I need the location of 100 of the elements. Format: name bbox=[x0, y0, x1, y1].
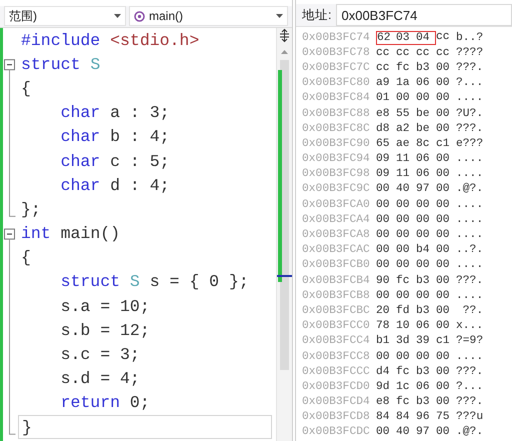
memory-byte: 00 bbox=[416, 259, 431, 272]
memory-byte: cc bbox=[396, 46, 411, 59]
memory-byte: 90 bbox=[376, 274, 391, 287]
memory-byte: 00 bbox=[416, 92, 431, 104]
memory-address: 0x00B3FCC4 bbox=[302, 335, 371, 348]
memory-text: .@?. bbox=[456, 183, 484, 196]
memory-byte: 00 bbox=[396, 259, 411, 272]
memory-byte: 00 bbox=[436, 92, 451, 104]
memory-byte: 06 bbox=[416, 153, 431, 166]
memory-byte: d8 bbox=[376, 122, 391, 135]
memory-byte: 84 bbox=[396, 411, 411, 424]
collapse-icon[interactable] bbox=[4, 59, 15, 70]
memory-byte: 00 bbox=[396, 244, 411, 256]
caret-icon bbox=[276, 14, 283, 18]
memory-byte: 62 bbox=[376, 30, 396, 45]
memory-byte: 1c bbox=[396, 380, 411, 393]
memory-address: 0x00B3FC7C bbox=[302, 62, 371, 74]
memory-byte: 00 bbox=[376, 214, 391, 226]
memory-byte: 40 bbox=[396, 183, 411, 196]
memory-address: 0x00B3FC74 bbox=[302, 32, 371, 44]
memory-address: 0x00B3FC94 bbox=[302, 153, 371, 166]
memory-address: 0x00B3FCD0 bbox=[302, 380, 371, 393]
memory-text: .... bbox=[456, 214, 484, 226]
memory-byte: d4 bbox=[376, 366, 391, 378]
code-line: { bbox=[20, 248, 31, 268]
memory-text: ???. bbox=[456, 396, 484, 408]
memory-byte: 00 bbox=[436, 77, 451, 90]
memory-address: 0x00B3FCB0 bbox=[302, 259, 371, 272]
collapse-icon[interactable] bbox=[4, 228, 15, 240]
memory-byte: b1 bbox=[376, 335, 391, 348]
memory-byte: 00 bbox=[436, 229, 451, 242]
memory-byte: 97 bbox=[416, 426, 431, 438]
split-icon[interactable] bbox=[280, 28, 290, 42]
memory-byte: 00 bbox=[436, 380, 451, 393]
memory-byte: 3d bbox=[396, 335, 411, 348]
memory-byte: fd bbox=[396, 304, 411, 317]
memory-byte: b3 bbox=[416, 396, 431, 408]
memory-text: .... bbox=[456, 198, 484, 211]
memory-byte: e8 bbox=[376, 396, 391, 408]
memory-text: ???u bbox=[456, 411, 484, 424]
memory-byte: 96 bbox=[416, 411, 431, 424]
memory-byte: 03 bbox=[396, 30, 416, 45]
memory-byte: 06 bbox=[416, 168, 431, 180]
memory-address: 0x00B3FC84 bbox=[302, 92, 371, 104]
code-line: s.d = 4; bbox=[60, 369, 140, 388]
memory-byte: 00 bbox=[396, 350, 411, 363]
memory-byte: fc bbox=[396, 62, 411, 74]
memory-byte: 06 bbox=[416, 320, 431, 332]
scope-dropdown[interactable]: 范围) bbox=[4, 6, 126, 26]
code-line: struct S bbox=[20, 54, 100, 74]
memory-byte: 00 bbox=[436, 244, 451, 256]
memory-byte: 00 bbox=[436, 122, 451, 135]
memory-byte: 00 bbox=[416, 214, 431, 226]
code-line: return 0; bbox=[60, 393, 150, 412]
code-line: }; bbox=[20, 200, 41, 219]
code-line: #include <stdio.h> bbox=[20, 30, 200, 50]
memory-address: 0x00B3FCD4 bbox=[302, 396, 371, 408]
memory-byte: 00 bbox=[436, 320, 451, 332]
memory-text: ???? bbox=[456, 46, 484, 59]
memory-byte: 9d bbox=[376, 380, 391, 393]
memory-byte: 00 bbox=[436, 168, 451, 180]
memory-byte: a9 bbox=[376, 77, 391, 90]
position-marker bbox=[277, 275, 292, 277]
memory-byte: cc bbox=[376, 62, 391, 74]
address-label: 地址: bbox=[302, 6, 332, 24]
memory-byte: cc bbox=[376, 46, 391, 59]
memory-byte: 00 bbox=[436, 183, 451, 196]
memory-address: 0x00B3FC80 bbox=[302, 77, 371, 90]
memory-address: 0x00B3FCD8 bbox=[302, 411, 371, 424]
code-line: { bbox=[20, 78, 31, 98]
memory-byte: 00 bbox=[396, 290, 411, 302]
address-field[interactable]: 0x00B3FC74 bbox=[336, 4, 512, 26]
memory-address: 0x00B3FCBC bbox=[302, 304, 371, 317]
memory-address: 0x00B3FCB4 bbox=[302, 274, 371, 287]
memory-byte: ae bbox=[396, 138, 411, 150]
memory-byte: 00 bbox=[436, 153, 451, 166]
memory-byte: 40 bbox=[396, 426, 411, 438]
memory-text: .... bbox=[456, 168, 484, 180]
memory-address: 0x00B3FCAC bbox=[302, 244, 371, 256]
memory-address: 0x00B3FC90 bbox=[302, 138, 371, 150]
memory-byte: c1 bbox=[436, 138, 451, 150]
code-line: char d : 4; bbox=[60, 176, 170, 195]
scroll-up-icon[interactable] bbox=[281, 50, 288, 54]
memory-byte: 00 bbox=[436, 274, 451, 287]
memory-byte: be bbox=[416, 108, 431, 120]
code-line: s.b = 12; bbox=[60, 320, 150, 340]
memory-byte: cc bbox=[416, 46, 431, 59]
memory-byte: 00 bbox=[436, 290, 451, 302]
memory-text: .... bbox=[456, 350, 484, 363]
memory-byte: 00 bbox=[376, 259, 391, 272]
memory-text: b..? bbox=[456, 32, 484, 44]
function-dropdown[interactable]: main() bbox=[129, 6, 288, 26]
memory-text: ?U?. bbox=[456, 108, 484, 120]
caret-icon bbox=[114, 14, 121, 18]
memory-text: .... bbox=[456, 153, 484, 166]
memory-byte: 11 bbox=[396, 168, 411, 180]
memory-byte: 04 bbox=[416, 30, 436, 45]
memory-text: ???. bbox=[456, 62, 484, 74]
memory-byte: 65 bbox=[376, 138, 391, 150]
memory-address: 0x00B3FC88 bbox=[302, 108, 371, 120]
